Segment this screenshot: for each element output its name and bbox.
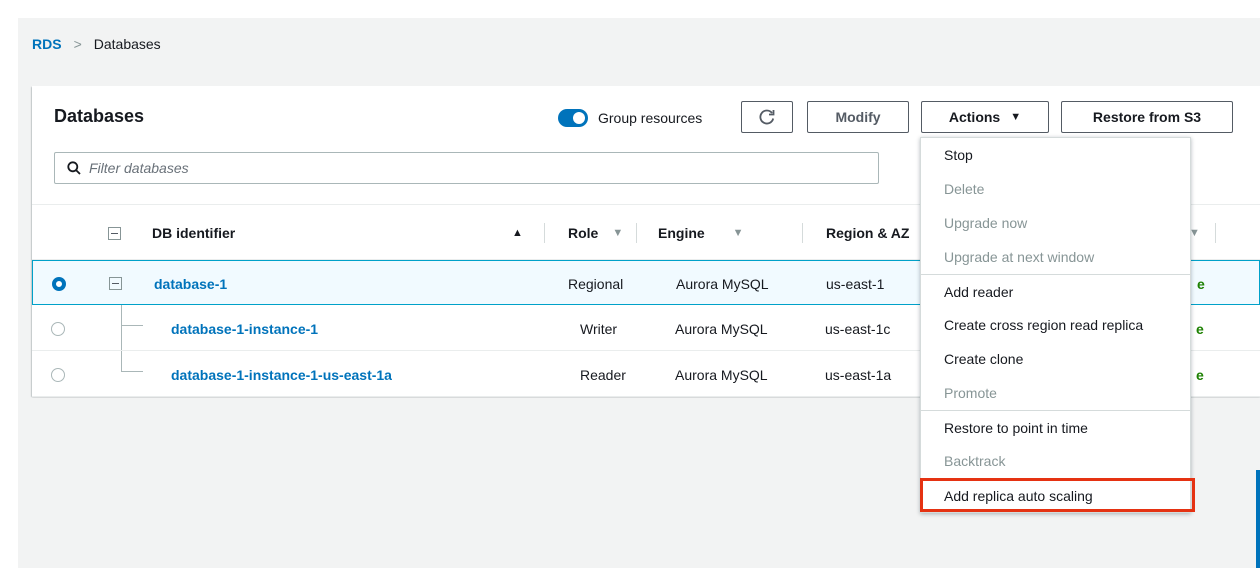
restore-from-s3-button[interactable]: Restore from S3	[1061, 101, 1233, 133]
menu-item-stop[interactable]: Stop	[921, 138, 1190, 172]
radio-icon	[51, 321, 65, 336]
column-divider	[802, 223, 803, 243]
breadcrumb-current: Databases	[93, 36, 161, 52]
region-cell: us-east-1a	[825, 366, 892, 383]
group-resources-toggle[interactable]: Group resources	[558, 109, 702, 127]
column-region-az[interactable]: Region & AZ	[826, 205, 909, 261]
column-role-label: Role	[568, 225, 599, 241]
actions-dropdown-menu: Stop Delete Upgrade now Upgrade at next …	[920, 137, 1195, 513]
sort-ascending-icon[interactable]: ▲	[512, 205, 523, 261]
row-radio[interactable]	[52, 261, 66, 306]
group-resources-label: Group resources	[598, 110, 703, 126]
region-cell: us-east-1c	[825, 320, 891, 337]
region-cell: us-east-1	[826, 275, 885, 292]
db-identifier-link[interactable]: database-1-instance-1-us-east-1a	[171, 352, 392, 397]
status-cell: e	[1196, 366, 1204, 383]
menu-item-restore-to-point-in-time[interactable]: Restore to point in time	[921, 410, 1190, 444]
row-expander[interactable]	[109, 261, 122, 306]
edge-scroll-indicator	[1256, 470, 1260, 568]
db-identifier-link[interactable]: database-1-instance-1	[171, 306, 318, 351]
toggle-switch[interactable]	[558, 109, 588, 127]
filter-input[interactable]	[89, 160, 849, 176]
modify-button[interactable]: Modify	[807, 101, 909, 133]
column-role[interactable]: Role ▼	[568, 205, 623, 261]
breadcrumb-rds-link[interactable]: RDS	[32, 36, 62, 52]
menu-item-create-cross-region-read-replica[interactable]: Create cross region read replica	[921, 308, 1190, 342]
column-divider	[636, 223, 637, 243]
status-cell: e	[1196, 320, 1204, 337]
sort-icon: ▼	[732, 227, 744, 239]
column-engine[interactable]: Engine ▼	[658, 205, 744, 261]
actions-button[interactable]: Actions ▼	[921, 101, 1049, 133]
menu-item-backtrack: Backtrack	[944, 453, 1006, 469]
filter-databases-field[interactable]	[54, 152, 879, 184]
role-cell: Regional	[568, 275, 624, 292]
menu-item-create-clone[interactable]: Create clone	[921, 342, 1190, 376]
role-cell: Writer	[580, 320, 618, 337]
engine-cell: Aurora MySQL	[675, 366, 768, 383]
menu-item-add-reader[interactable]: Add reader	[921, 274, 1190, 308]
actions-label: Actions	[948, 109, 1001, 125]
row-radio[interactable]	[51, 352, 65, 397]
refresh-button[interactable]	[741, 101, 793, 133]
menu-item-delete: Delete	[944, 181, 985, 197]
menu-item-promote: Promote	[944, 385, 997, 401]
menu-item-add-replica-auto-scaling[interactable]: Add replica auto scaling	[920, 478, 1195, 512]
column-engine-label: Engine	[658, 225, 705, 241]
engine-cell: Aurora MySQL	[676, 275, 769, 292]
panel-title: Databases	[54, 106, 145, 126]
toggle-knob	[573, 112, 585, 124]
column-db-identifier[interactable]: DB identifier	[152, 205, 235, 261]
engine-cell: Aurora MySQL	[675, 320, 768, 337]
caret-down-icon: ▼	[1010, 111, 1022, 123]
menu-item-upgrade-now: Upgrade now	[944, 215, 1028, 231]
sort-icon: ▼	[612, 227, 624, 239]
expand-all-toggle[interactable]	[108, 205, 121, 261]
menu-item-upgrade-next-window: Upgrade at next window	[944, 249, 1095, 265]
collapse-icon	[108, 226, 121, 240]
collapse-icon	[109, 277, 122, 290]
radio-selected-icon	[52, 276, 66, 291]
refresh-icon	[759, 109, 775, 125]
column-divider	[1215, 223, 1216, 243]
role-cell: Reader	[580, 366, 626, 383]
breadcrumb: RDS > Databases	[32, 36, 161, 52]
radio-icon	[51, 367, 65, 382]
db-identifier-link[interactable]: database-1	[154, 261, 227, 306]
search-icon	[67, 161, 81, 175]
breadcrumb-separator-icon: >	[73, 36, 82, 52]
column-divider	[544, 223, 545, 243]
status-cell: e	[1197, 275, 1205, 292]
row-radio[interactable]	[51, 306, 65, 351]
